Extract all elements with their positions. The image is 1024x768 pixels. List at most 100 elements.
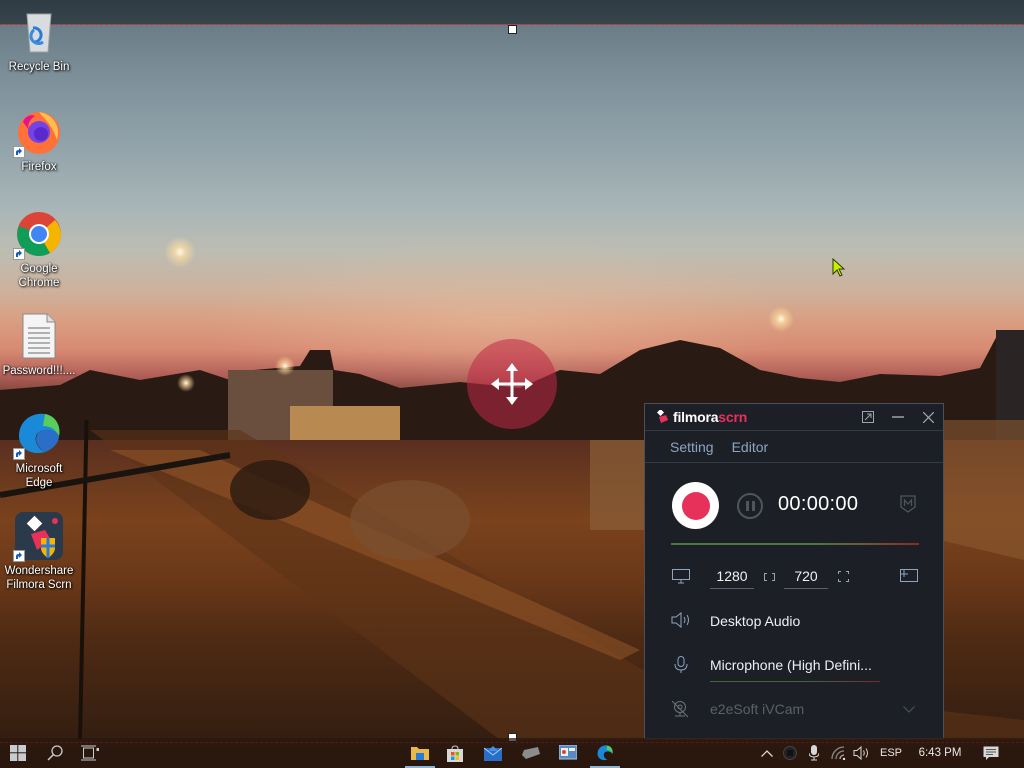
- desktop-audio-row[interactable]: Desktop Audio: [645, 606, 943, 636]
- window-region-icon[interactable]: [900, 569, 918, 582]
- task-view-icon: [81, 745, 99, 761]
- desktop-audio-label: Desktop Audio: [710, 613, 801, 629]
- mail-icon: [484, 745, 502, 761]
- desktop-icon-password-file[interactable]: Password!!!....: [0, 312, 78, 378]
- microsoft-store-icon: [447, 744, 463, 762]
- tray-app-button[interactable]: [780, 738, 800, 768]
- recording-controls: 00:00:00: [645, 479, 943, 531]
- recycle-bin-icon: [15, 8, 63, 56]
- shortcut-arrow-icon: [13, 248, 25, 260]
- record-button[interactable]: [672, 482, 719, 529]
- edge-icon: [13, 410, 63, 460]
- text-document-icon: [15, 312, 63, 360]
- chevron-down-icon[interactable]: [903, 706, 915, 713]
- filmora-logo-icon: [657, 410, 668, 423]
- shortcut-arrow-icon: [13, 448, 25, 460]
- speaker-icon: [671, 612, 689, 628]
- pause-button[interactable]: [737, 493, 763, 519]
- filmora-logo: filmorascrn: [657, 409, 747, 425]
- microphone-level-meter: [710, 681, 880, 682]
- mouse-cursor-icon: [832, 258, 846, 277]
- app-icon: [522, 747, 540, 759]
- taskbar: ESP 6:43 PM: [0, 738, 1024, 768]
- camera-select[interactable]: e2eSoft iVCam: [710, 701, 804, 717]
- network-button[interactable]: [828, 738, 850, 768]
- expand-icon: [862, 411, 874, 423]
- shortcut-arrow-icon: [13, 550, 25, 562]
- action-center-button[interactable]: [978, 738, 1004, 768]
- remote-desktop-icon: [559, 745, 577, 760]
- camera-row[interactable]: e2eSoft iVCam: [645, 694, 943, 724]
- desktop-icon-filmora-scrn[interactable]: Wondershare Filmora Scrn: [0, 512, 78, 592]
- desktop-icon-recycle-bin[interactable]: Recycle Bin: [0, 8, 78, 74]
- volume-button[interactable]: [851, 738, 873, 768]
- height-input[interactable]: 720: [784, 565, 828, 589]
- menu-setting[interactable]: Setting: [670, 439, 714, 455]
- filmora-menu-bar: Setting Editor: [645, 431, 943, 463]
- recording-timer: 00:00:00: [778, 493, 859, 515]
- region-move-handle[interactable]: [467, 339, 557, 429]
- wifi-icon: [831, 746, 846, 760]
- resolution-row: 1280 720: [645, 564, 943, 590]
- desktop-icon-google-chrome[interactable]: Google Chrome: [0, 210, 78, 290]
- fullscreen-button[interactable]: [853, 404, 883, 431]
- taskbar-edge[interactable]: [590, 738, 620, 768]
- taskbar-remote-desktop[interactable]: [553, 738, 583, 768]
- search-icon: [47, 745, 63, 761]
- aspect-lock-icon[interactable]: [764, 573, 775, 581]
- taskbar-microsoft-store[interactable]: [440, 738, 470, 768]
- filmora-scrn-icon: [13, 512, 63, 562]
- microphone-select[interactable]: Microphone (High Defini...: [710, 657, 872, 673]
- desktop-icon-label: Microsoft Edge: [15, 463, 63, 489]
- search-button[interactable]: [38, 738, 72, 768]
- chevron-up-icon: [761, 749, 773, 757]
- outside-region-dim: [0, 0, 1024, 24]
- taskbar-file-explorer[interactable]: [405, 738, 435, 768]
- microphone-row[interactable]: Microphone (High Defini...: [645, 650, 943, 682]
- fullscreen-region-icon[interactable]: [838, 571, 849, 582]
- desktop-icon-label: Password!!!....: [2, 365, 76, 377]
- width-input[interactable]: 1280: [710, 565, 754, 589]
- close-button[interactable]: [913, 404, 943, 431]
- desktop-icon-firefox[interactable]: Firefox: [0, 108, 78, 174]
- windows-logo-icon: [10, 745, 26, 761]
- desktop-icon-microsoft-edge[interactable]: Microsoft Edge: [0, 410, 78, 490]
- filmora-scrn-window: filmorascrn Setting Editor 00:00:00 1280…: [644, 403, 944, 739]
- logo-text-scrn: scrn: [718, 409, 748, 425]
- close-icon: [922, 411, 934, 423]
- monitor-icon[interactable]: [672, 569, 690, 584]
- record-dot-icon: [681, 491, 710, 520]
- firefox-icon: [13, 108, 63, 158]
- microphone-icon: [809, 745, 819, 761]
- desktop-icon-label: Recycle Bin: [8, 61, 70, 73]
- streetlight: [164, 236, 196, 268]
- chrome-icon: [13, 210, 63, 260]
- notifications-icon: [983, 746, 999, 760]
- start-button[interactable]: [0, 738, 36, 768]
- region-resize-handle-top[interactable]: [508, 25, 517, 34]
- filmora-titlebar[interactable]: filmorascrn: [645, 404, 943, 431]
- tray-microphone-button[interactable]: [804, 738, 824, 768]
- show-hidden-icons-button[interactable]: [757, 738, 777, 768]
- minimize-button[interactable]: [883, 404, 913, 431]
- desktop-icon-label: Wondershare Filmora Scrn: [4, 565, 74, 591]
- pause-icon: [745, 501, 749, 511]
- taskbar-app[interactable]: [516, 738, 546, 768]
- clock-button[interactable]: 6:43 PM: [910, 738, 970, 768]
- camera-off-icon: [671, 700, 689, 718]
- move-arrows-icon: [491, 363, 533, 405]
- streetlight: [768, 306, 794, 332]
- shield-m-icon[interactable]: [900, 495, 916, 513]
- input-language: ESP: [879, 747, 902, 759]
- edge-icon: [597, 745, 613, 761]
- streetlight: [177, 374, 195, 392]
- desktop-icon-label: Google Chrome: [18, 263, 60, 289]
- shortcut-arrow-icon: [13, 146, 25, 158]
- logo-text-filmora: filmora: [673, 409, 719, 425]
- pause-icon-bar: [751, 501, 755, 511]
- menu-editor[interactable]: Editor: [732, 439, 769, 455]
- taskbar-mail[interactable]: [478, 738, 508, 768]
- input-language-button[interactable]: ESP: [876, 738, 906, 768]
- task-view-button[interactable]: [74, 738, 106, 768]
- microphone-icon: [674, 656, 688, 673]
